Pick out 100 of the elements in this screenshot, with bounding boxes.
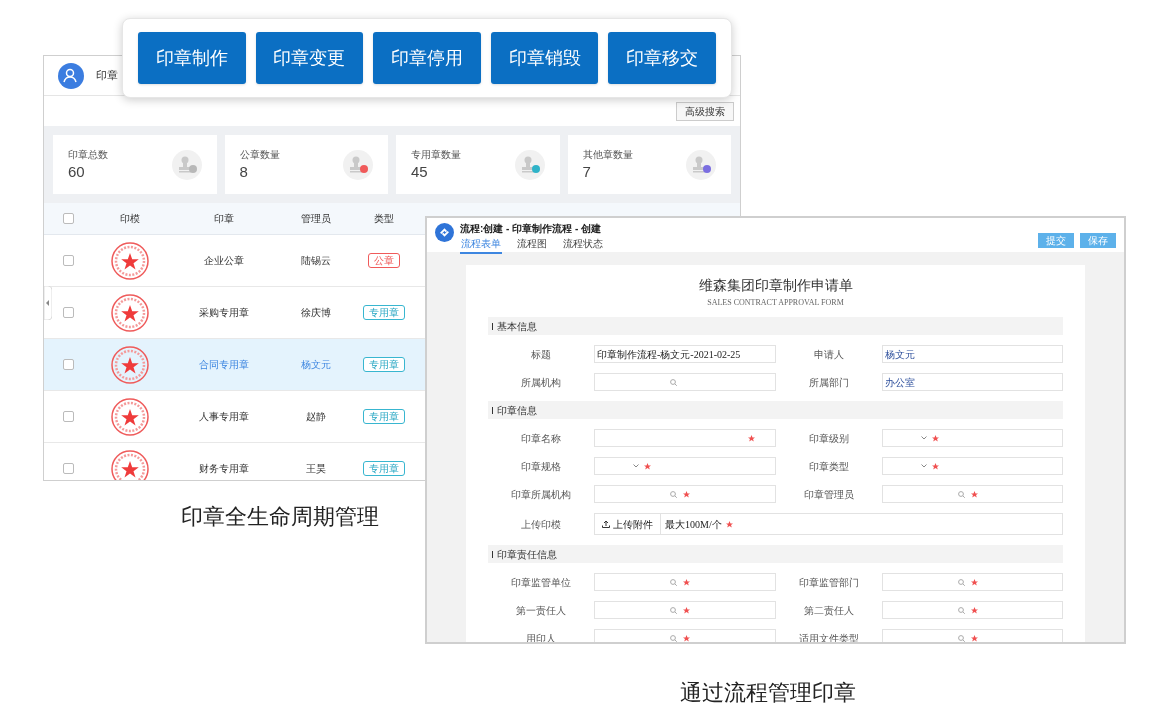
stat-value: 7 [582, 162, 592, 182]
input-field[interactable] [594, 573, 776, 591]
stat-value: 8 [239, 162, 249, 182]
type-tag: 专用章 [363, 409, 405, 424]
input-field[interactable] [881, 429, 1063, 447]
table-cell-text: 合同专用章 [199, 358, 249, 372]
window-title: 流程:创建 - 印章制作流程 - 创建 [460, 223, 603, 235]
seal-stamp-icon [111, 345, 149, 384]
stat-label: 专用章数量 [411, 148, 461, 162]
checkbox[interactable] [62, 255, 74, 266]
section-title: 基本信息 [497, 319, 537, 334]
field-label: 印章监管部门 [797, 575, 860, 590]
caption: 印章全生命周期管理 [181, 503, 379, 531]
input-field[interactable] [881, 457, 1063, 475]
collapse-handle-icon[interactable] [44, 286, 52, 320]
field-label: 标题 [530, 347, 552, 362]
action-button[interactable]: 印章变更 [255, 32, 364, 84]
stat-value: 45 [411, 162, 429, 182]
checkbox[interactable] [62, 411, 74, 422]
action-button[interactable]: 印章销毁 [490, 32, 599, 84]
tab[interactable]: 流程图 [516, 237, 548, 254]
action-button[interactable]: 印章移交 [608, 32, 716, 84]
field-label: 印章名称 [520, 431, 562, 446]
type-tag: 专用章 [363, 305, 405, 320]
search-icon [670, 490, 677, 498]
stat-label: 印章总数 [68, 148, 108, 162]
section-title: 印章责任信息 [497, 547, 557, 562]
upload-hint: 最大100M/个 [665, 517, 722, 532]
seal-stat-icon [343, 149, 373, 180]
input-field[interactable] [594, 485, 776, 503]
checkbox[interactable] [62, 213, 74, 224]
table-cell-text: 赵静 [306, 410, 326, 424]
input-field[interactable] [881, 485, 1063, 503]
field-label: 申请人 [812, 347, 845, 362]
table-cell-text: 财务专用章 [199, 462, 249, 476]
input-field[interactable] [881, 601, 1063, 619]
field-label: 印章管理员 [802, 487, 855, 502]
table-cell-text: 徐庆博 [301, 306, 331, 320]
action-button[interactable]: 印章停用 [373, 32, 481, 84]
field-label: 所属部门 [807, 375, 850, 390]
table-cell-text: 采购专用章 [199, 306, 249, 320]
field-label: 印章所属机构 [510, 487, 572, 502]
checkbox[interactable] [62, 359, 74, 370]
input-field[interactable] [881, 573, 1063, 591]
advanced-search-button[interactable]: 高级搜索 [676, 101, 734, 121]
checkbox[interactable] [62, 307, 74, 318]
section-title: 印章信息 [497, 403, 537, 418]
caption: 通过流程管理印章 [680, 679, 856, 707]
type-tag: 专用章 [363, 357, 405, 372]
column-header: 印模 [120, 212, 140, 226]
stat-label: 其他章数量 [582, 148, 633, 162]
search-icon [957, 490, 965, 498]
field-label: 适用文件类型 [797, 631, 860, 642]
action-button[interactable]: 印章制作 [138, 32, 246, 84]
search-icon [957, 634, 965, 642]
table-cell-text: 企业公章 [204, 254, 244, 268]
input-field[interactable]: 上传附件 最大100M/个 [594, 513, 1063, 535]
tab[interactable]: 流程表单 [460, 237, 502, 254]
search-icon [957, 578, 965, 586]
field-label: 印章监管单位 [510, 575, 572, 590]
search-icon [670, 606, 677, 614]
field-label: 上传印模 [520, 517, 562, 532]
table-cell-text: 王昊 [306, 462, 326, 476]
input-field[interactable] [594, 457, 776, 475]
seal-stat-icon [171, 149, 202, 180]
field-label: 印章级别 [807, 431, 850, 446]
chevron-down-icon [633, 464, 639, 468]
column-header: 类型 [374, 212, 394, 226]
type-tag: 专用章 [363, 461, 405, 476]
checkbox[interactable] [62, 463, 74, 474]
seal-stamp-icon [111, 449, 149, 480]
search-icon [957, 606, 965, 614]
field-label: 第一责任人 [515, 603, 567, 618]
input-field[interactable] [594, 429, 776, 447]
input-field[interactable] [594, 373, 776, 391]
column-header: 印章 [214, 212, 234, 226]
seal-stamp-icon [111, 397, 149, 436]
field-label: 印章类型 [807, 459, 850, 474]
search-icon [670, 578, 677, 586]
stat-label: 公章数量 [239, 148, 280, 162]
upload-button[interactable]: 上传附件 [595, 514, 661, 534]
input-field[interactable] [594, 629, 776, 642]
tab[interactable]: 流程状态 [562, 237, 604, 254]
upload-icon [602, 520, 610, 528]
input-field[interactable] [594, 601, 776, 619]
type-tag: 公章 [368, 253, 400, 268]
input-field[interactable] [881, 629, 1063, 642]
search-icon [670, 378, 677, 386]
input-field[interactable]: 办公室 [881, 373, 1063, 391]
table-cell-text: 人事专用章 [199, 410, 249, 424]
input-field[interactable]: 杨文元 [881, 345, 1063, 363]
app-title: 印章 [96, 68, 118, 84]
logo-icon [435, 223, 454, 242]
field-label: 印章规格 [520, 459, 562, 474]
table-cell-text: 陆锡云 [301, 254, 331, 268]
chevron-down-icon [920, 436, 927, 440]
input-field[interactable]: 印章制作流程-杨文元-2021-02-25 [594, 345, 776, 363]
seal-stat-icon [514, 149, 545, 180]
table-cell-text: 杨文元 [301, 358, 331, 372]
stat-value: 60 [68, 162, 86, 182]
